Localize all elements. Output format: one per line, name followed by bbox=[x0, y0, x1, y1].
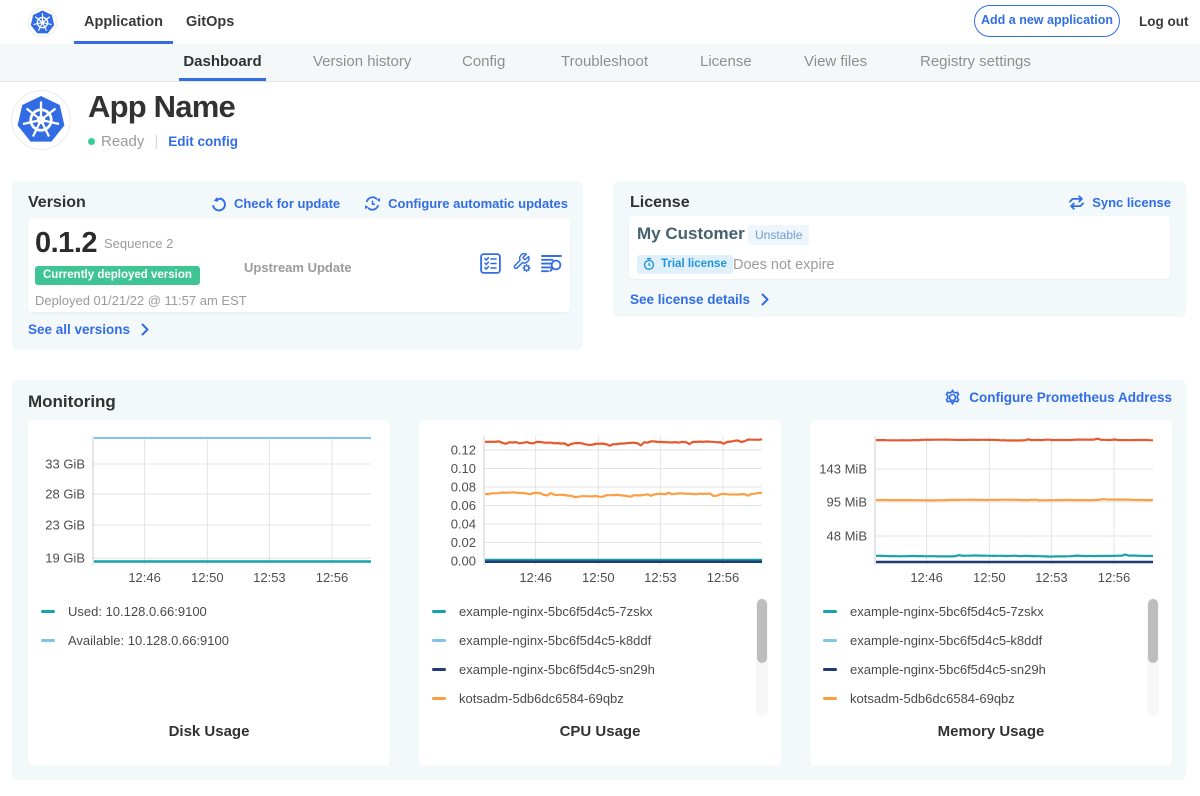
svg-text:23 GiB: 23 GiB bbox=[45, 518, 85, 533]
svg-text:28 GiB: 28 GiB bbox=[45, 487, 85, 502]
svg-text:19 GiB: 19 GiB bbox=[45, 551, 85, 566]
svg-text:95 MiB: 95 MiB bbox=[827, 495, 867, 510]
svg-text:0.08: 0.08 bbox=[451, 480, 476, 495]
svg-text:0.00: 0.00 bbox=[451, 554, 476, 569]
svg-text:0.10: 0.10 bbox=[451, 461, 476, 476]
svg-text:0.04: 0.04 bbox=[451, 517, 476, 532]
svg-text:143 MiB: 143 MiB bbox=[819, 462, 867, 477]
svg-text:12:46: 12:46 bbox=[128, 570, 161, 585]
svg-text:12:50: 12:50 bbox=[191, 570, 224, 585]
svg-text:33 GiB: 33 GiB bbox=[45, 457, 85, 472]
svg-text:12:53: 12:53 bbox=[644, 570, 677, 585]
svg-text:12:53: 12:53 bbox=[1035, 570, 1068, 585]
svg-text:12:46: 12:46 bbox=[519, 570, 552, 585]
svg-text:48 MiB: 48 MiB bbox=[827, 529, 867, 544]
svg-text:0.06: 0.06 bbox=[451, 498, 476, 513]
svg-text:12:56: 12:56 bbox=[1098, 570, 1131, 585]
svg-text:12:46: 12:46 bbox=[910, 570, 943, 585]
svg-text:0.02: 0.02 bbox=[451, 535, 476, 550]
svg-text:12:50: 12:50 bbox=[582, 570, 615, 585]
svg-text:12:50: 12:50 bbox=[973, 570, 1006, 585]
svg-text:0.12: 0.12 bbox=[451, 443, 476, 458]
svg-text:12:56: 12:56 bbox=[707, 570, 740, 585]
svg-text:12:56: 12:56 bbox=[316, 570, 349, 585]
svg-text:12:53: 12:53 bbox=[253, 570, 286, 585]
